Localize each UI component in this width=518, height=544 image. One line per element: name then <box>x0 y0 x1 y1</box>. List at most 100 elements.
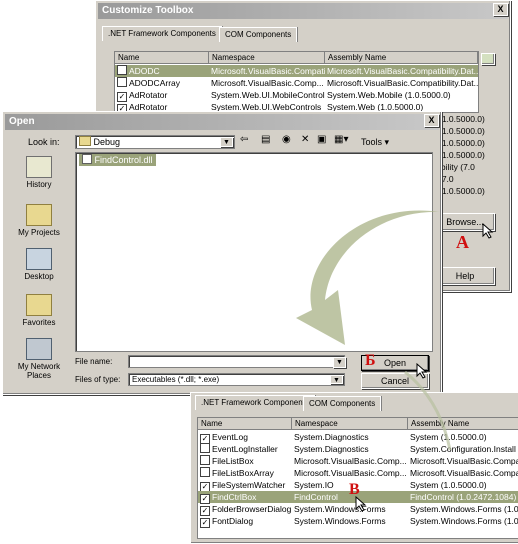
table-row[interactable]: ADODCArray Microsoft.VisualBasic.Comp... M… <box>115 77 478 89</box>
marker-a: A <box>456 232 469 252</box>
cell-ns: System.Web.UI.MobileControls <box>209 89 325 101</box>
cell-asm: Microsoft.VisualBasic.Compatib <box>408 467 518 479</box>
cell-name: ADODCArray <box>115 77 209 89</box>
file-name-dropdown[interactable]: ▼ <box>333 357 346 368</box>
cell-name: FileListBoxArray <box>198 467 292 479</box>
cell-name: ✓ FontDialog <box>198 515 292 528</box>
look-in-value: Debug <box>93 137 121 147</box>
assembly-value: (1.0.5000.0) <box>439 138 485 148</box>
cursor-icon <box>482 223 494 239</box>
cell-text: EventLogInstaller <box>212 444 278 454</box>
help-button[interactable]: Help <box>435 267 495 285</box>
open-close-button[interactable]: X <box>424 114 439 127</box>
cell-name: ADODC <box>115 65 209 77</box>
search-web-icon[interactable]: ◉ <box>282 134 291 145</box>
tools-label: Tools <box>361 137 383 147</box>
customize-components-grid: Name Namespace Assembly Name ADODC Micros… <box>114 51 479 113</box>
cell-text: Microsoft.VisualBasic.Compatibility.Dat.… <box>211 66 325 76</box>
cell-text: FindCtrlBox <box>212 492 257 502</box>
assembly-value: (1.0.5000.0) <box>439 126 485 136</box>
cell-asm: Microsoft.VisualBasic.Compatibility.Dat.… <box>325 77 478 89</box>
cell-text: FolderBrowserDialog <box>212 504 292 514</box>
cell-text: ADODC <box>129 66 160 76</box>
assembly-value: (1.0.5000.0) <box>439 114 485 124</box>
assembly-value: ibility (7.0 <box>439 162 475 172</box>
column-header-name[interactable]: Name <box>198 418 292 430</box>
tab-com-bottom[interactable]: COM Components <box>303 396 382 411</box>
cell-text: FindControl (1.0.2472.1084) <box>410 492 517 502</box>
delete-icon[interactable]: ✕ <box>301 134 309 145</box>
cell-ns: System.Diagnostics <box>292 431 408 443</box>
favorites-icon <box>26 294 52 316</box>
cell-text: System.Diagnostics <box>294 444 369 454</box>
cell-ns: System.Diagnostics <box>292 443 408 455</box>
cell-ns: Microsoft.VisualBasic.Compatibility.Dat.… <box>209 65 325 77</box>
tab-com-top[interactable]: COM Components <box>219 27 298 42</box>
cell-asm: Microsoft.VisualBasic.Compatib <box>408 455 518 467</box>
cell-text: Microsoft.VisualBasic.Compatib <box>410 456 518 466</box>
column-header-name[interactable]: Name <box>115 52 209 64</box>
customize-close-button[interactable]: X <box>493 3 508 16</box>
place-favorites[interactable]: Favorites <box>9 294 69 327</box>
cell-text: System.Windows.Forms <box>294 504 386 514</box>
table-row[interactable]: ADODC Microsoft.VisualBasic.Compatibility… <box>115 65 478 77</box>
files-of-type-dropdown[interactable]: Executables (*.dll; *.exe) ▼ <box>128 373 345 386</box>
views-icon[interactable]: ▦▾ <box>334 134 348 145</box>
cursor-icon <box>355 496 367 512</box>
place-network-label: My Network Places <box>17 362 61 380</box>
look-in-dropdown[interactable]: Debug ▼ <box>75 135 235 149</box>
tools-menu[interactable]: Tools ▾ <box>361 137 389 148</box>
cell-text: System.Web.UI.MobileControls <box>211 90 325 100</box>
cell-asm: System.Windows.Forms (1.0.50 <box>408 503 518 515</box>
cell-ns: Microsoft.VisualBasic.Comp... <box>292 467 408 479</box>
column-header-namespace[interactable]: Namespace <box>209 52 325 64</box>
place-history-label: History <box>26 180 52 189</box>
checkbox[interactable]: ✓ <box>200 518 210 528</box>
checkbox[interactable] <box>200 455 210 465</box>
place-network[interactable]: My Network Places <box>9 338 69 380</box>
open-dialog: Open X Look in: Debug ▼ ⇦ ▤ ◉ ✕ ▣ ▦▾ Too… <box>2 111 442 395</box>
table-row[interactable]: ✓ AdRotator System.Web.UI.MobileControls Sy… <box>115 89 478 102</box>
cell-text: FileListBoxArray <box>212 468 274 478</box>
files-of-type-value: Executables (*.dll; *.exe) <box>132 375 220 384</box>
cell-text: System.Diagnostics <box>294 432 369 442</box>
cell-name: EventLogInstaller <box>198 443 292 455</box>
cell-ns: Microsoft.VisualBasic.Comp... <box>209 77 325 89</box>
history-icon <box>26 156 52 178</box>
column-header-assembly[interactable]: Assembly Name <box>325 52 478 64</box>
file-name-input[interactable] <box>128 355 345 368</box>
tab-net-framework-top[interactable]: .NET Framework Components <box>102 26 222 41</box>
cell-ns: Microsoft.VisualBasic.Comp... <box>292 455 408 467</box>
checkbox[interactable] <box>200 467 210 477</box>
places-bar: History My Projects Desktop Favorites My… <box>9 152 71 386</box>
checkbox[interactable] <box>117 65 127 75</box>
table-row[interactable]: ✓ FontDialog System.Windows.Forms System.Wi… <box>198 515 518 528</box>
place-desktop[interactable]: Desktop <box>9 248 69 281</box>
back-icon[interactable]: ⇦ <box>240 134 248 145</box>
table-row[interactable]: FileListBoxArray Microsoft.VisualBasic.Co… <box>198 467 518 479</box>
place-history[interactable]: History <box>9 156 69 189</box>
column-header-namespace[interactable]: Namespace <box>292 418 408 430</box>
cell-text: ADODCArray <box>129 78 181 88</box>
checkbox[interactable] <box>200 443 210 453</box>
table-row[interactable]: ✓ EventLog System.Diagnostics System (1.0.5… <box>198 431 518 444</box>
table-row[interactable]: EventLogInstaller System.Diagnostics Syste… <box>198 443 518 455</box>
up-folder-icon[interactable]: ▤ <box>261 134 270 145</box>
cell-text: FindControl <box>294 492 338 502</box>
dll-file-icon <box>82 154 92 164</box>
new-folder-icon[interactable]: ▣ <box>317 134 326 145</box>
place-my-projects[interactable]: My Projects <box>9 204 69 237</box>
file-item[interactable]: FindControl.dll <box>79 154 156 166</box>
table-row[interactable]: FileListBox Microsoft.VisualBasic.Comp...… <box>198 455 518 467</box>
checkbox[interactable] <box>117 77 127 87</box>
file-list[interactable]: FindControl.dll <box>75 152 433 352</box>
cell-text: Microsoft.VisualBasic.Compatibility.Dat.… <box>327 78 478 88</box>
cell-asm: System (1.0.5000.0) <box>408 479 518 491</box>
cell-text: System.Windows.Forms <box>294 516 386 526</box>
folder-icon <box>26 204 52 226</box>
tab-net-framework-bottom[interactable]: .NET Framework Components <box>195 395 315 410</box>
desktop-icon <box>26 248 52 270</box>
cell-text: Microsoft.VisualBasic.Compatibility.Dat.… <box>327 66 478 76</box>
scroll-up-button[interactable] <box>481 53 495 65</box>
column-header-assembly[interactable]: Assembly Name <box>408 418 518 430</box>
